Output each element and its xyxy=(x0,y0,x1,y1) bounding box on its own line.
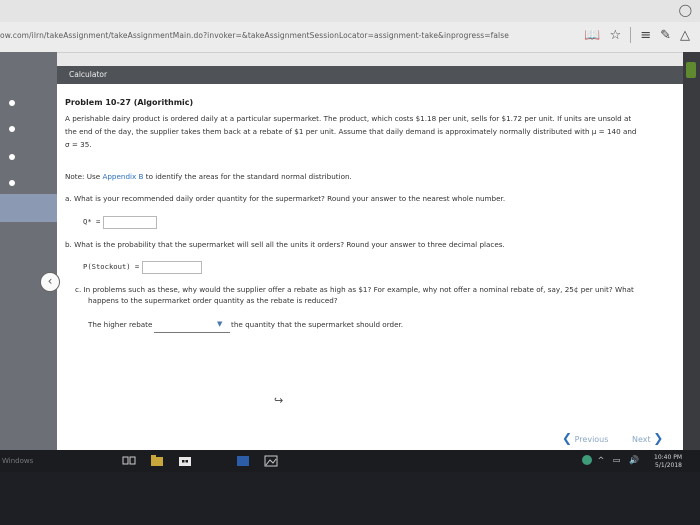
left-nav-panel xyxy=(0,52,57,470)
reading-view-icon[interactable]: 📖 xyxy=(584,28,600,43)
start-label[interactable]: Windows xyxy=(2,457,33,465)
previous-label: Previous xyxy=(574,435,609,444)
nav-dot[interactable] xyxy=(9,100,15,106)
mouse-cursor-icon: ↪ xyxy=(274,394,284,407)
part-a-row: Q* = xyxy=(83,215,157,229)
nav-active-item[interactable] xyxy=(0,194,57,222)
part-c-suffix: the quantity that the supermarket should… xyxy=(231,320,404,329)
system-tray[interactable]: ^ ▭ 🔊 xyxy=(582,455,642,465)
chevron-down-icon[interactable]: ▼ xyxy=(217,320,222,328)
star-icon[interactable]: ☆ xyxy=(610,28,622,43)
chevron-right-icon: ❯ xyxy=(653,431,664,445)
task-view-icon[interactable] xyxy=(122,454,136,467)
previous-button[interactable]: ❮ Previous xyxy=(562,431,608,445)
calculator-bar[interactable]: Calculator xyxy=(57,66,683,84)
next-button[interactable]: Next ❯ xyxy=(632,431,663,445)
browser-actions: 📖 ☆ ≡ ✎ △ xyxy=(584,27,690,43)
nav-dot[interactable] xyxy=(9,126,15,132)
part-b-row: P(Stockout) = xyxy=(83,260,202,274)
side-tab[interactable] xyxy=(686,62,696,78)
share-icon[interactable]: △ xyxy=(680,28,690,43)
file-explorer-icon[interactable] xyxy=(150,454,164,467)
clock-date: 5/1/2018 xyxy=(655,462,682,469)
screen: ◯ ow.com/ilrn/takeAssignment/takeAssignm… xyxy=(0,0,700,470)
nav-dot[interactable] xyxy=(9,154,15,160)
monitor-bezel xyxy=(0,472,700,525)
problem-text-line: A perishable dairy product is ordered da… xyxy=(65,114,632,123)
problem-text-line: the end of the day, the supplier takes t… xyxy=(65,127,637,136)
p-stockout-input[interactable] xyxy=(141,260,202,274)
collapse-panel-button[interactable]: ‹ xyxy=(40,272,60,292)
taskbar: Windows ^ ▭ 🔊 10:40 PM 5/1/2018 xyxy=(0,450,700,472)
problem-title: Problem 10-27 (Algorithmic) xyxy=(65,98,194,107)
q-star-input[interactable] xyxy=(102,215,157,229)
part-a-question: a. What is your recommended daily order … xyxy=(65,194,506,203)
note-suffix: to identify the areas for the standard n… xyxy=(143,172,352,181)
photos-icon[interactable] xyxy=(264,454,278,467)
url-text[interactable]: ow.com/ilrn/takeAssignment/takeAssignmen… xyxy=(0,31,509,40)
store-icon[interactable] xyxy=(178,454,192,467)
browser-titlebar: ◯ xyxy=(0,0,700,22)
part-b-question: b. What is the probability that the supe… xyxy=(65,240,505,249)
address-bar[interactable]: ow.com/ilrn/takeAssignment/takeAssignmen… xyxy=(0,22,700,53)
divider xyxy=(630,27,632,43)
q-star-label: Q* = xyxy=(83,217,101,226)
calculator-label[interactable]: Calculator xyxy=(69,70,107,79)
p-stockout-label: P(Stockout) = xyxy=(83,262,140,271)
note-icon[interactable]: ✎ xyxy=(660,28,671,43)
appendix-link[interactable]: Appendix B xyxy=(102,172,143,181)
part-c-question-line: happens to the supermarket order quantit… xyxy=(88,296,338,305)
window-control-icon[interactable]: ◯ xyxy=(679,3,692,17)
hub-icon[interactable]: ≡ xyxy=(640,28,651,43)
app-icon[interactable] xyxy=(236,454,250,467)
chevron-left-icon: ❮ xyxy=(562,431,573,445)
note-text: Note: Use Appendix B to identify the are… xyxy=(65,170,675,183)
problem-content: Problem 10-27 (Algorithmic) A perishable… xyxy=(57,84,683,464)
clock-time: 10:40 PM xyxy=(654,454,682,461)
right-edge-strip xyxy=(683,52,700,470)
note-prefix: Note: Use xyxy=(65,172,103,181)
part-c-prefix: The higher rebate xyxy=(88,320,153,329)
problem-text-line: σ = 35. xyxy=(65,140,92,149)
nav-dot[interactable] xyxy=(9,180,15,186)
next-label: Next xyxy=(632,435,651,444)
globe-icon[interactable] xyxy=(582,455,593,465)
clock[interactable]: 10:40 PM 5/1/2018 xyxy=(654,454,682,470)
